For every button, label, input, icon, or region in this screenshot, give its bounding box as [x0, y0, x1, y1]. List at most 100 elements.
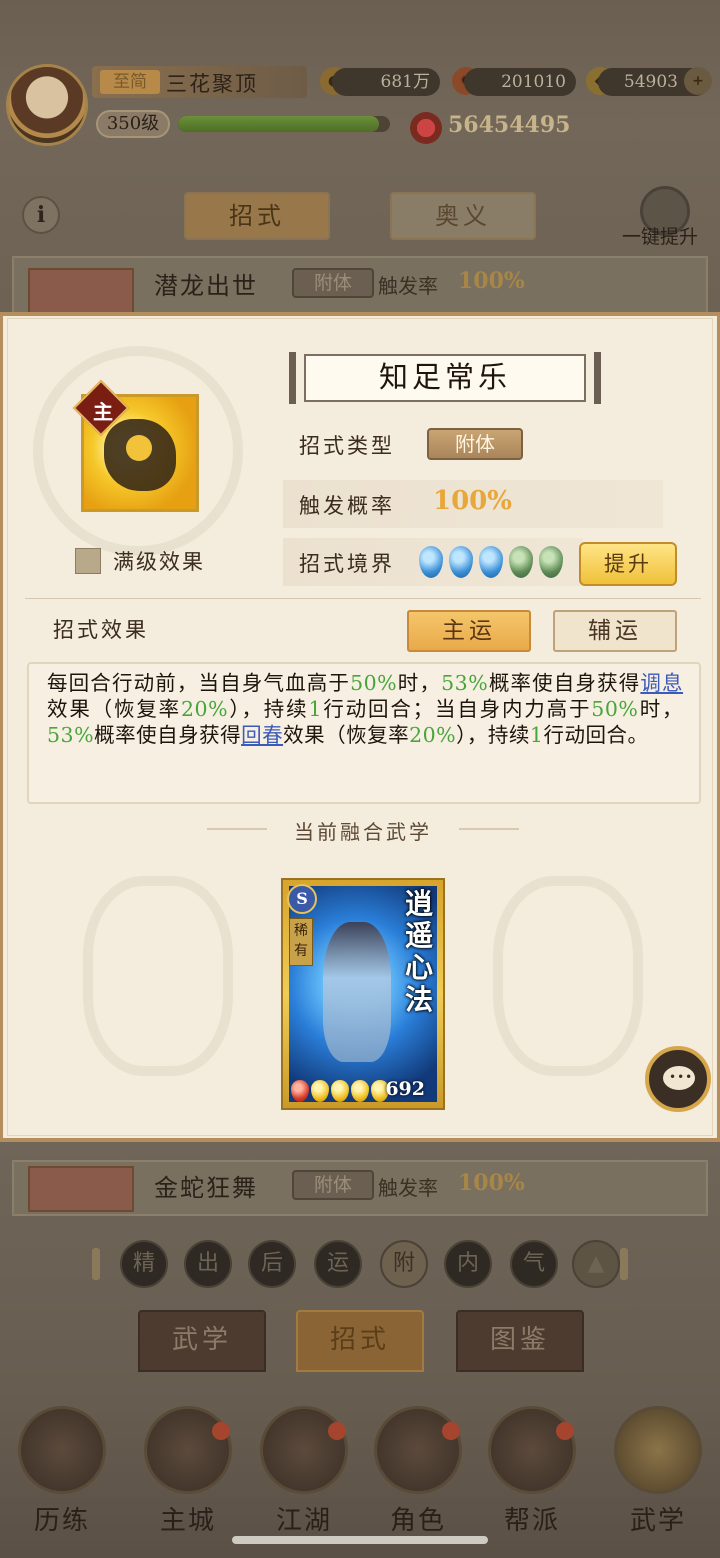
desc-value: 1 [308, 697, 323, 721]
effect-label: 招式效果 [53, 618, 149, 642]
skill-icon: 主 [72, 379, 199, 512]
exp-bar [178, 116, 390, 132]
skill-title: 知足常乐 [304, 354, 586, 402]
blue-realm-drop-icon [419, 546, 443, 578]
add-gold-icon[interactable]: + [684, 67, 712, 95]
info-button[interactable]: i [22, 196, 60, 234]
notification-badge [328, 1422, 346, 1440]
subtab-martial[interactable]: 武学 [138, 1310, 266, 1372]
rate-value: 100% [458, 268, 525, 294]
desc-text: 概率使自身获得 [94, 723, 242, 747]
desc-value: 20% [180, 697, 229, 721]
filter-jing[interactable]: 精 [120, 1240, 168, 1288]
skill-thumbnail [28, 268, 134, 312]
decorative-cloud [493, 876, 643, 1076]
type-value: 附体 [427, 428, 523, 460]
list-item[interactable]: 潜龙出世 附体 触发率 100% [12, 256, 708, 314]
rate-label: 触发率 [378, 274, 438, 298]
keyword-link-tiaoxi[interactable]: 调息 [640, 671, 683, 695]
card-footer: 692 [289, 1078, 429, 1104]
skill-detail-modal: 主 满级效果 知足常乐 招式类型 附体 触发概率 100% 招式境界 提升 招式… [0, 312, 720, 1142]
training-icon [18, 1406, 106, 1494]
tab-secrets[interactable]: 奥义 [390, 192, 536, 240]
nav-label: 历练 [33, 1506, 90, 1536]
jianghu-icon [260, 1406, 348, 1494]
nav-label: 主城 [159, 1506, 216, 1536]
skill-type-tag: 附体 [292, 1170, 374, 1200]
keyword-link-huichun[interactable]: 回春 [241, 723, 283, 747]
main-luck-tab[interactable]: 主运 [407, 610, 531, 652]
one-key-upgrade-label: 一键提升 [622, 226, 699, 248]
desc-value: 53% [441, 671, 489, 695]
effect-description: 每回合行动前，当自身气血高于50%时，53%概率使自身获得调息效果（恢复率20%… [47, 670, 683, 748]
fused-martial-card[interactable]: S 稀有 逍遥心法 692 [281, 878, 445, 1110]
gold-drop-icon [331, 1080, 349, 1102]
nav-guild[interactable]: 帮派 [482, 1400, 582, 1550]
filter-qi[interactable]: 气 [510, 1240, 558, 1288]
fusion-divider-right [459, 828, 519, 830]
fusion-title: 当前融合武学 [294, 820, 432, 844]
rate-label: 触发概率 [299, 494, 395, 518]
nav-label: 江湖 [275, 1506, 332, 1536]
desc-text: 效果（恢复率 [283, 723, 410, 747]
nav-label: 帮派 [503, 1506, 560, 1536]
nav-character[interactable]: 角色 [368, 1400, 468, 1550]
skill-name: 潜龙出世 [154, 272, 258, 300]
scroll-icon [614, 1406, 702, 1494]
notification-badge [556, 1422, 574, 1440]
skill-name: 金蛇狂舞 [154, 1174, 258, 1202]
divider [25, 598, 701, 599]
filter-collapse-icon[interactable]: ▲ [572, 1240, 620, 1288]
filter-yun[interactable]: 运 [314, 1240, 362, 1288]
desc-text: 时， [397, 671, 442, 695]
rate-label: 触发率 [378, 1176, 438, 1200]
attr-type-row: 招式类型 附体 [283, 420, 663, 468]
subtab-moves[interactable]: 招式 [296, 1310, 424, 1372]
coins-value: 681万 [332, 68, 440, 96]
filter-hou[interactable]: 后 [248, 1240, 296, 1288]
subtab-codex[interactable]: 图鉴 [456, 1310, 584, 1372]
decorative-cloud [83, 876, 233, 1076]
chat-button[interactable]: ••• [645, 1046, 711, 1112]
filter-bar-left-end [92, 1248, 100, 1280]
max-level-label: 满级效果 [113, 550, 205, 574]
one-key-upgrade-button[interactable]: 一键提升 [622, 186, 712, 248]
home-indicator[interactable] [232, 1536, 488, 1544]
list-item[interactable]: 金蛇狂舞 附体 触发率 100% [12, 1160, 708, 1216]
aux-luck-tab[interactable]: 辅运 [553, 610, 677, 652]
filter-nei[interactable]: 内 [444, 1240, 492, 1288]
nav-martial[interactable]: 武学 [608, 1400, 708, 1550]
card-name: 逍遥心法 [404, 887, 433, 1016]
grade-badge: S [287, 884, 317, 914]
desc-text: ），持续 [228, 697, 309, 721]
filter-bar: 精 出 后 运 附 内 气 ▲ [86, 1236, 634, 1292]
filter-chu[interactable]: 出 [184, 1240, 232, 1288]
desc-value: 50% [350, 671, 398, 695]
desc-value: 53% [47, 723, 95, 747]
fist-highlight [126, 435, 152, 461]
notification-badge [212, 1422, 230, 1440]
checkbox[interactable] [75, 548, 101, 574]
nav-training[interactable]: 历练 [12, 1400, 112, 1550]
card-value: 692 [385, 1078, 425, 1100]
desc-text: 行动回合。 [543, 723, 649, 747]
rank-title-badge: 至简 [100, 70, 160, 94]
effect-description-box: 每回合行动前，当自身气血高于50%时，53%概率使自身获得调息效果（恢复率20%… [27, 662, 701, 804]
tab-moves[interactable]: 招式 [184, 192, 330, 240]
green-realm-drop-icon [539, 546, 563, 578]
notification-badge [442, 1422, 460, 1440]
power-icon [410, 112, 442, 144]
desc-text: 每回合行动前，当自身气血高于 [47, 671, 351, 695]
skill-thumbnail [28, 1166, 134, 1212]
type-label: 招式类型 [299, 434, 395, 458]
upgrade-button[interactable]: 提升 [579, 542, 677, 586]
nav-label: 角色 [389, 1506, 446, 1536]
attr-rate-row: 触发概率 100% [283, 480, 663, 528]
desc-value: 20% [409, 723, 457, 747]
nav-main-city[interactable]: 主城 [138, 1400, 238, 1550]
nav-jianghu[interactable]: 江湖 [254, 1400, 354, 1550]
filter-futi[interactable]: 附 [380, 1240, 428, 1288]
realm-label: 招式境界 [299, 552, 395, 576]
player-avatar[interactable] [6, 64, 88, 146]
exp-bar-fill [178, 116, 380, 132]
